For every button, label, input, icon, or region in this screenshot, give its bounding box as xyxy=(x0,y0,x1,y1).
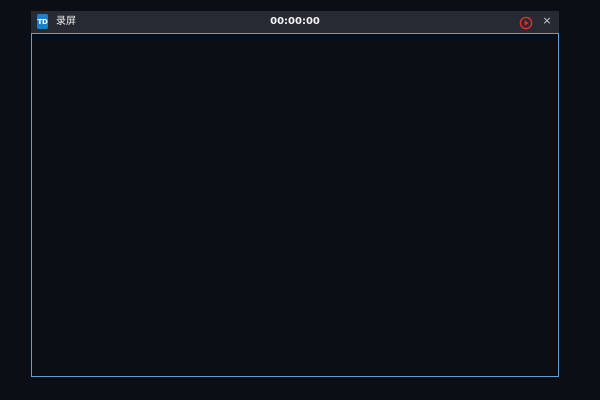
record-play-icon xyxy=(519,16,533,30)
recording-timer: 00:00:00 xyxy=(270,16,320,27)
recorder-window: TD 录屏 00:00:00 × xyxy=(31,11,559,377)
capture-area[interactable] xyxy=(31,33,559,377)
close-icon: × xyxy=(542,14,552,27)
close-button[interactable]: × xyxy=(541,14,553,28)
record-button[interactable] xyxy=(519,15,533,30)
title-bar[interactable]: TD 录屏 00:00:00 × xyxy=(31,11,559,33)
